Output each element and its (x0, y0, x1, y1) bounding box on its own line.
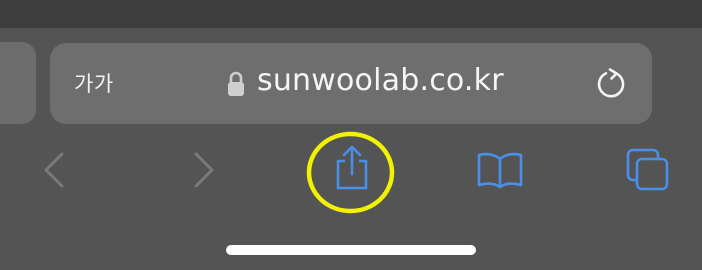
chevron-right-icon[interactable] (190, 150, 218, 190)
text-size-button[interactable]: 가가 (74, 68, 114, 98)
chevron-left-icon[interactable] (40, 150, 68, 190)
share-icon[interactable] (332, 144, 372, 192)
home-indicator[interactable] (226, 245, 476, 255)
previous-tab-preview[interactable] (0, 42, 36, 124)
book-icon[interactable] (477, 151, 523, 189)
lock-icon (228, 71, 244, 96)
browser-screen: 가가 sunwoolab.co.kr (0, 0, 702, 270)
tabs-icon[interactable] (625, 147, 671, 193)
url-text[interactable]: sunwoolab.co.kr (257, 63, 504, 98)
reload-icon[interactable] (596, 68, 628, 100)
top-strip (0, 0, 702, 28)
